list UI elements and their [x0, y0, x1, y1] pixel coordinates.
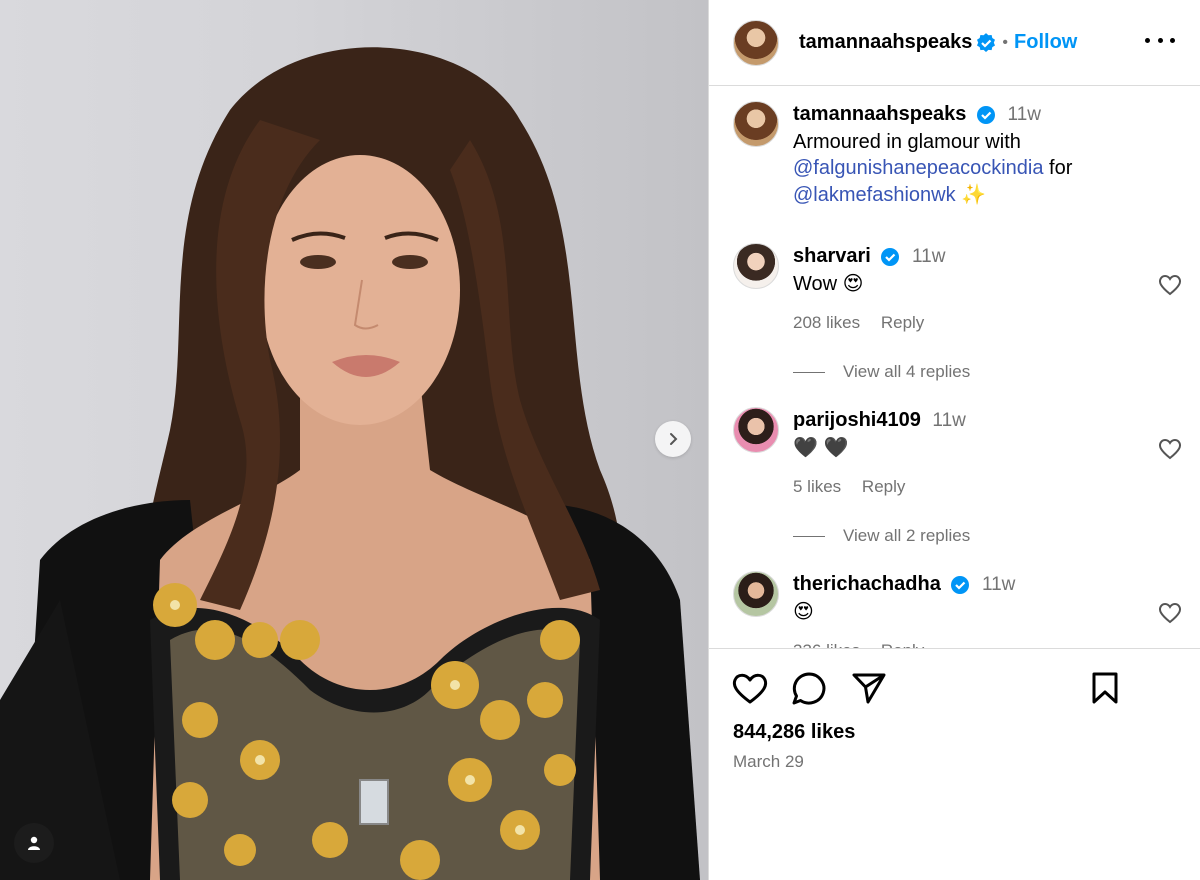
send-icon[interactable] — [851, 671, 887, 705]
post-media[interactable] — [0, 0, 708, 880]
comment-username[interactable]: therichachadha — [793, 573, 941, 595]
reply-button[interactable]: Reply — [862, 477, 905, 496]
post-details-panel: tamannaahspeaks • Follow tamannaahspeaks… — [708, 0, 1200, 880]
comment-meta: 208 likes Reply — [793, 313, 940, 333]
comment-icon[interactable] — [791, 671, 827, 705]
comment-username[interactable]: parijoshi4109 — [793, 409, 921, 431]
header-separator: • — [1002, 33, 1009, 51]
chevron-right-icon — [670, 433, 678, 445]
caption-time: 11w — [1007, 104, 1041, 125]
heart-icon[interactable] — [1157, 437, 1183, 461]
comment-username[interactable]: sharvari — [793, 245, 871, 267]
comment-body: parijoshi4109 11w 🖤 🖤 — [793, 407, 966, 461]
comment-row: parijoshi4109 11w 🖤 🖤 — [733, 407, 1183, 461]
comment-row: sharvari 11w Wow 😍 — [733, 243, 1183, 297]
comment-text: Wow 😍 — [793, 272, 864, 295]
author-username[interactable]: tamannaahspeaks — [799, 31, 972, 54]
reply-button[interactable]: Reply — [881, 313, 924, 332]
heart-icon[interactable] — [1157, 601, 1183, 625]
verified-badge-icon — [881, 247, 900, 266]
sparkles-emoji: ✨ — [961, 183, 987, 206]
comment-meta: 5 likes Reply — [793, 477, 921, 497]
comment-time: 11w — [981, 574, 1016, 595]
post-header: tamannaahspeaks • Follow — [709, 0, 1200, 86]
verified-badge-icon — [977, 32, 996, 52]
user-tags-button[interactable] — [14, 823, 54, 863]
caption-body: tamannaahspeaks 11w Armoured in glamour … — [793, 101, 1072, 208]
comment-likes[interactable]: 5 likes — [793, 477, 841, 496]
view-replies-button[interactable]: View all 2 replies — [793, 526, 970, 546]
view-replies-button[interactable]: View all 4 replies — [793, 362, 970, 382]
verified-badge-icon — [976, 105, 995, 124]
more-options-icon[interactable] — [1145, 28, 1175, 52]
caption-mention-2[interactable]: @lakmefashionwk — [793, 184, 956, 206]
comment-avatar[interactable] — [733, 407, 779, 453]
bookmark-icon[interactable] — [1089, 671, 1121, 705]
comment-text: 😍 — [793, 600, 814, 623]
follow-button[interactable]: Follow — [1014, 31, 1077, 54]
post-actions: 844,286 likes March 29 — [709, 648, 1200, 880]
caption-mention-1[interactable]: @falgunishanepeacockindia — [793, 157, 1043, 179]
likes-count[interactable]: 844,286 likes — [733, 721, 855, 744]
comment-row: therichachadha 11w 😍 — [733, 571, 1183, 625]
author-avatar[interactable] — [733, 19, 779, 66]
heart-icon[interactable] — [1157, 273, 1183, 297]
caption-avatar[interactable] — [733, 101, 779, 147]
verified-badge-icon — [951, 575, 970, 594]
caption-text-2: for — [1049, 157, 1073, 179]
caption-row: tamannaahspeaks 11w Armoured in glamour … — [733, 101, 1183, 208]
user-tag-icon — [28, 836, 40, 850]
caption-text-1: Armoured in glamour with — [793, 130, 1021, 153]
comment-time: 11w — [932, 410, 966, 431]
heart-icon[interactable] — [731, 671, 769, 705]
comment-avatar[interactable] — [733, 571, 779, 617]
comment-body: sharvari 11w Wow 😍 — [793, 243, 945, 297]
caption-username[interactable]: tamannaahspeaks — [793, 103, 966, 125]
next-slide-button[interactable] — [655, 421, 691, 457]
view-replies-label: View all 2 replies — [843, 526, 971, 545]
comment-avatar[interactable] — [733, 243, 779, 289]
comment-likes[interactable]: 208 likes — [793, 313, 860, 332]
post-date: March 29 — [733, 752, 804, 771]
comment-body: therichachadha 11w 😍 — [793, 571, 1015, 625]
comments-list[interactable]: tamannaahspeaks 11w Armoured in glamour … — [709, 87, 1200, 649]
comment-text: 🖤 🖤 — [793, 436, 849, 459]
view-replies-label: View all 4 replies — [843, 362, 971, 381]
post-photo — [0, 47, 700, 880]
comment-time: 11w — [911, 246, 946, 267]
